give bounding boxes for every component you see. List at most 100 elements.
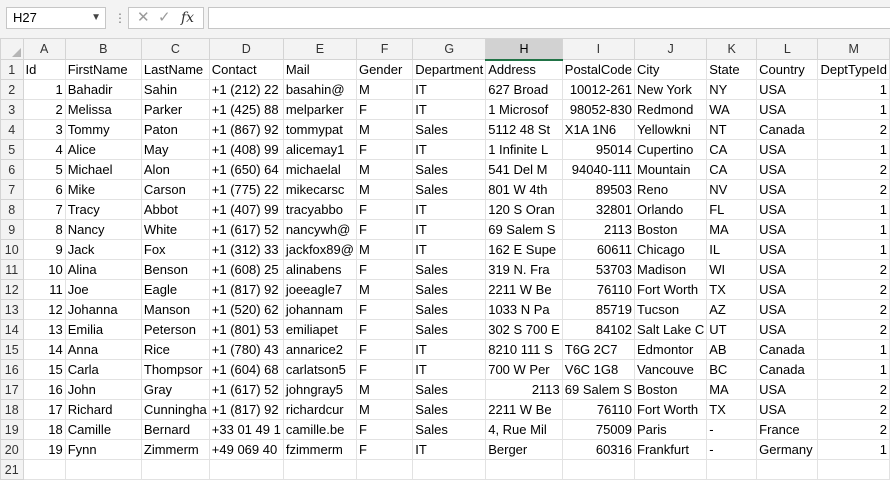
cell[interactable]: 94040-111 — [561, 159, 636, 180]
cell[interactable]: 15 — [22, 359, 66, 380]
column-header-j[interactable]: J — [633, 38, 708, 60]
cell[interactable]: +1 (407) 99 — [208, 199, 284, 220]
cell[interactable]: F — [355, 219, 414, 240]
cell[interactable]: +1 (604) 68 — [208, 359, 284, 380]
column-header-e[interactable]: E — [282, 38, 357, 60]
cell[interactable]: 2 — [817, 119, 890, 140]
cell[interactable]: 32801 — [561, 199, 636, 220]
row-header[interactable]: 21 — [0, 459, 24, 480]
cell[interactable]: 2 — [817, 419, 890, 440]
cell[interactable]: M — [355, 239, 414, 260]
cell[interactable]: Sahin — [140, 79, 210, 100]
cell[interactable]: 8 — [22, 219, 66, 240]
cell[interactable]: Mountain — [633, 159, 708, 180]
cell[interactable]: IL — [706, 239, 758, 260]
cell[interactable]: +1 (408) 99 — [208, 139, 284, 160]
cell[interactable]: Department — [412, 59, 487, 80]
cell[interactable]: USA — [756, 139, 819, 160]
cell[interactable]: Fox — [140, 239, 210, 260]
cell[interactable] — [64, 459, 142, 480]
cell[interactable]: - — [706, 419, 758, 440]
cell[interactable]: NV — [706, 179, 758, 200]
column-header-d[interactable]: D — [208, 38, 284, 60]
cell[interactable]: IT — [412, 219, 487, 240]
row-header[interactable]: 9 — [0, 219, 24, 240]
cell[interactable]: Parker — [140, 99, 210, 120]
cell[interactable]: 98052-830 — [561, 99, 636, 120]
cell[interactable]: City — [633, 59, 708, 80]
cell[interactable]: 19 — [22, 439, 66, 460]
cell[interactable]: White — [140, 219, 210, 240]
cell[interactable]: nancywh@ — [282, 219, 357, 240]
row-header[interactable]: 14 — [0, 319, 24, 340]
cell[interactable]: USA — [756, 159, 819, 180]
cell[interactable]: 8210 111 S — [485, 339, 563, 360]
cell[interactable]: Canada — [756, 119, 819, 140]
cell[interactable]: 1 — [817, 199, 890, 220]
cell[interactable]: Sales — [412, 319, 487, 340]
row-header[interactable]: 7 — [0, 179, 24, 200]
cell[interactable]: Tommy — [64, 119, 142, 140]
column-header-b[interactable]: B — [64, 38, 142, 60]
column-header-i[interactable]: I — [561, 38, 636, 60]
row-header[interactable]: 10 — [0, 239, 24, 260]
cell[interactable]: +1 (608) 25 — [208, 259, 284, 280]
cell[interactable]: +1 (817) 92 — [208, 279, 284, 300]
column-header-l[interactable]: L — [756, 38, 819, 60]
cell[interactable]: 18 — [22, 419, 66, 440]
cell[interactable]: 302 S 700 E — [485, 319, 563, 340]
cell[interactable]: Anna — [64, 339, 142, 360]
cell[interactable]: Sales — [412, 119, 487, 140]
cell[interactable]: Germany — [756, 439, 819, 460]
cell[interactable]: 627 Broad — [485, 79, 563, 100]
column-header-a[interactable]: A — [22, 38, 66, 60]
cell[interactable]: +1 (212) 22 — [208, 79, 284, 100]
cell[interactable]: 1 — [817, 439, 890, 460]
cell[interactable]: 76110 — [561, 399, 636, 420]
cell[interactable]: IT — [412, 439, 487, 460]
cell[interactable]: Madison — [633, 259, 708, 280]
row-header[interactable]: 5 — [0, 139, 24, 160]
cell[interactable]: May — [140, 139, 210, 160]
cell[interactable]: USA — [756, 219, 819, 240]
cell[interactable]: Sales — [412, 379, 487, 400]
cell[interactable]: 10 — [22, 259, 66, 280]
cell[interactable]: 1033 N Pa — [485, 299, 563, 320]
insert-function-icon[interactable]: fx — [181, 9, 194, 27]
cell[interactable] — [355, 459, 414, 480]
cell[interactable]: IT — [412, 139, 487, 160]
cell[interactable]: IT — [412, 99, 487, 120]
cell[interactable]: X1A 1N6 — [561, 119, 636, 140]
cell[interactable]: TX — [706, 399, 758, 420]
cell[interactable]: 9 — [22, 239, 66, 260]
cell[interactable]: State — [706, 59, 758, 80]
cell[interactable]: 13 — [22, 319, 66, 340]
cell[interactable]: F — [355, 319, 414, 340]
cell[interactable]: Carla — [64, 359, 142, 380]
cell[interactable] — [756, 459, 819, 480]
cell[interactable]: New York — [633, 79, 708, 100]
cell[interactable]: +1 (650) 64 — [208, 159, 284, 180]
cell[interactable]: Boston — [633, 379, 708, 400]
cell[interactable]: 1 — [817, 339, 890, 360]
cell[interactable]: 75009 — [561, 419, 636, 440]
cell[interactable]: 1 — [817, 359, 890, 380]
cell[interactable]: MA — [706, 379, 758, 400]
cell[interactable]: USA — [756, 79, 819, 100]
cell[interactable]: 2 — [22, 99, 66, 120]
cell[interactable]: Sales — [412, 399, 487, 420]
cell[interactable]: IT — [412, 79, 487, 100]
cell[interactable]: 17 — [22, 399, 66, 420]
row-header[interactable]: 1 — [0, 59, 24, 80]
cell[interactable]: +1 (817) 92 — [208, 399, 284, 420]
cell[interactable]: Johanna — [64, 299, 142, 320]
cell[interactable]: +1 (312) 33 — [208, 239, 284, 260]
cell[interactable]: USA — [756, 179, 819, 200]
cell[interactable]: FirstName — [64, 59, 142, 80]
cell[interactable]: Fynn — [64, 439, 142, 460]
cell[interactable]: USA — [756, 99, 819, 120]
cell[interactable]: 2 — [817, 179, 890, 200]
cell[interactable]: 5 — [22, 159, 66, 180]
cell[interactable]: Cupertino — [633, 139, 708, 160]
cell[interactable]: - — [706, 439, 758, 460]
